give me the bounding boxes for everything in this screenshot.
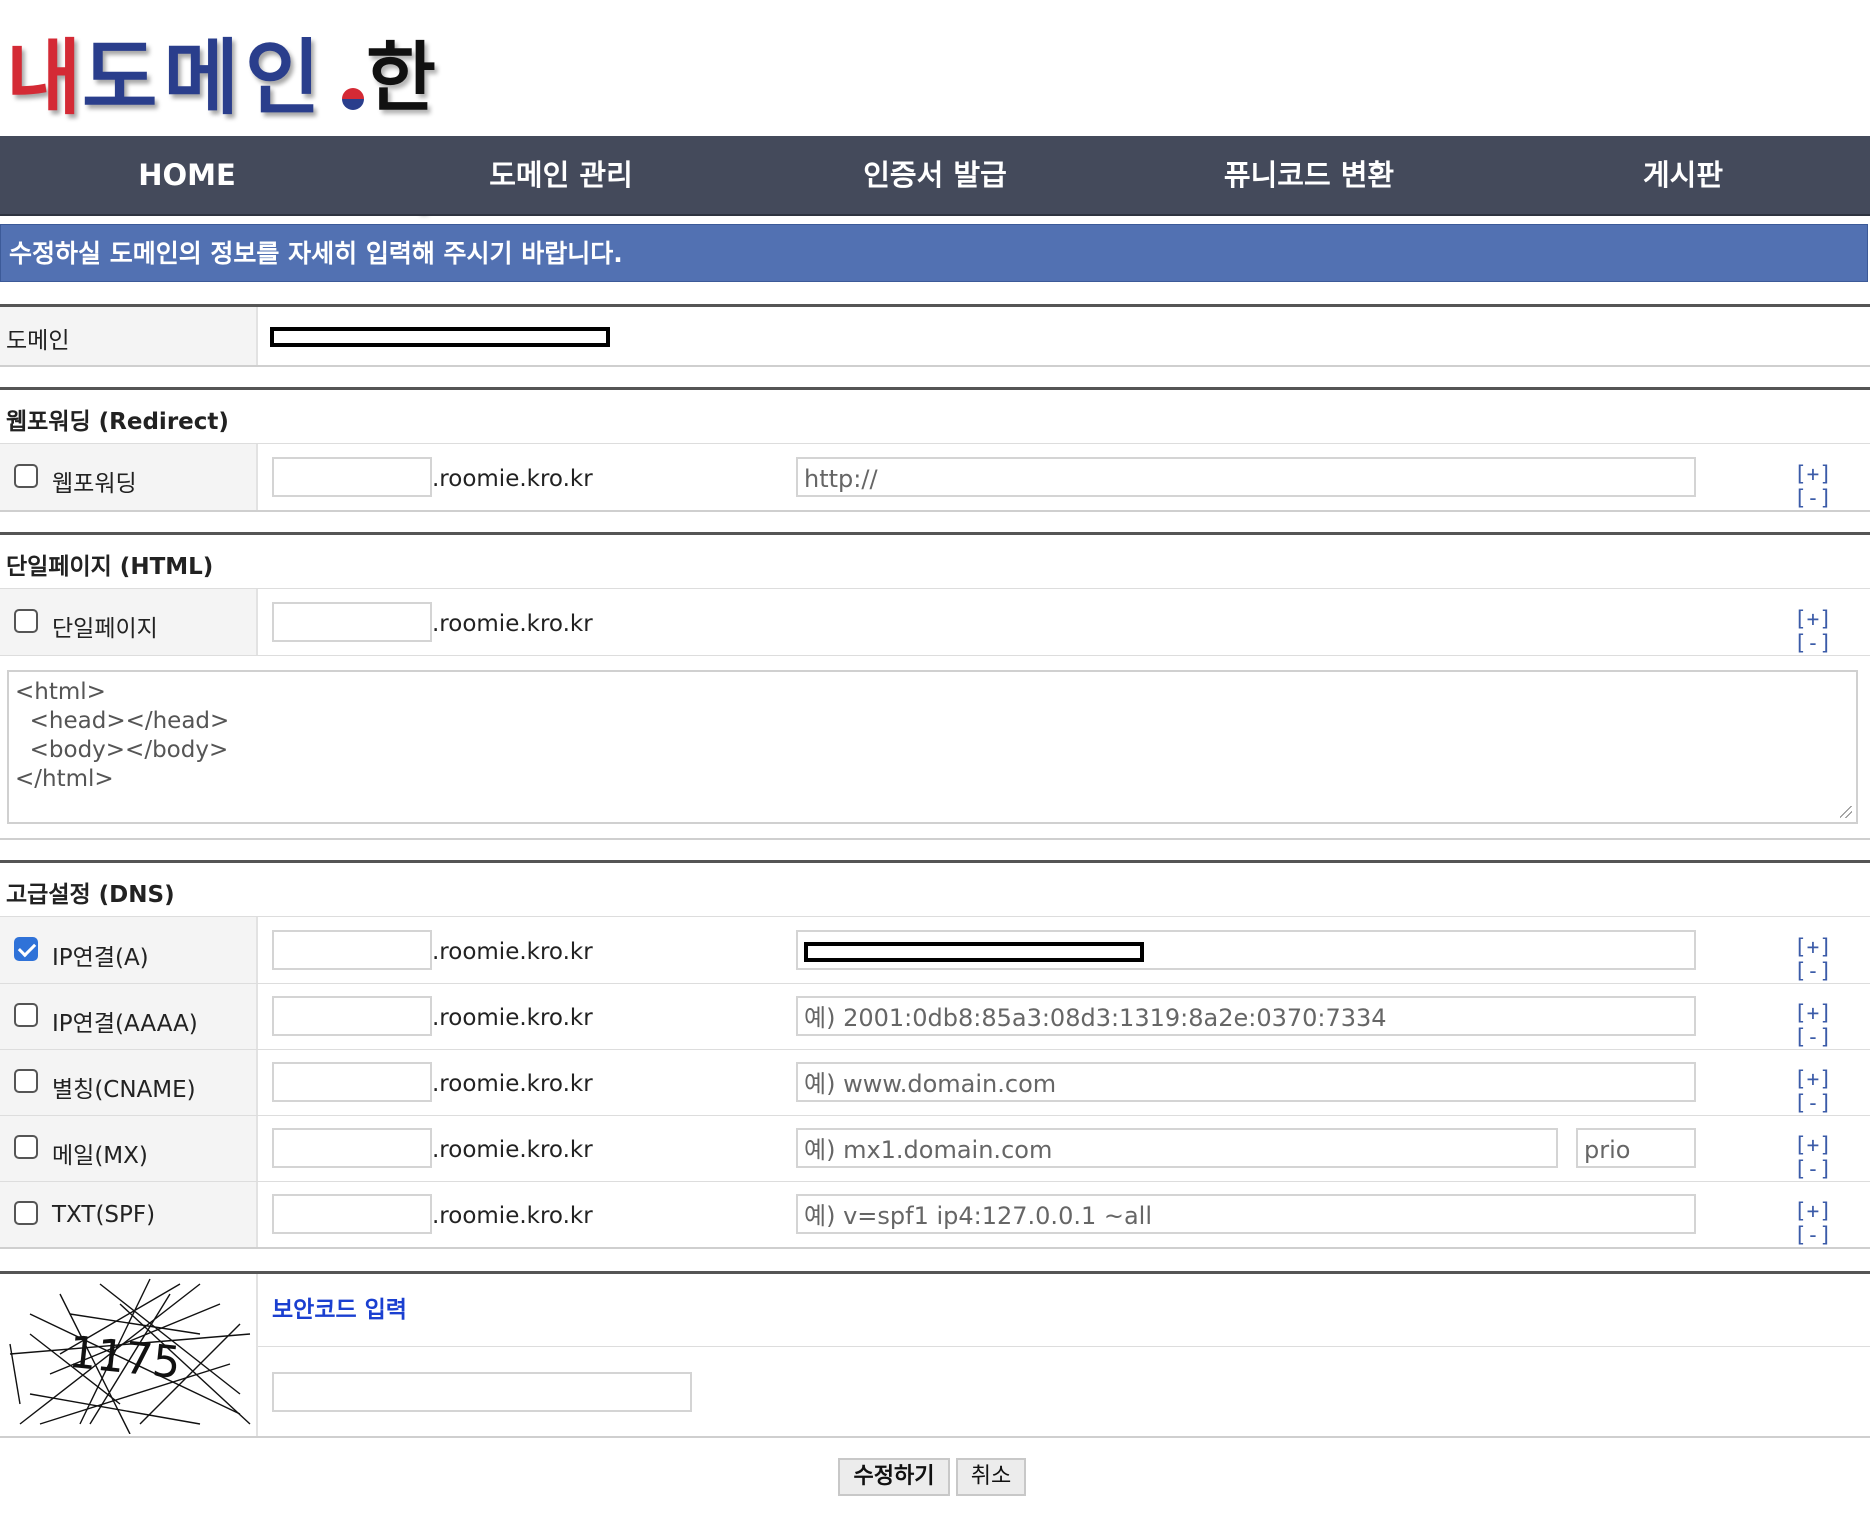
captcha-image: 1175 bbox=[0, 1274, 258, 1436]
captcha-input-link[interactable]: 보안코드 입력 bbox=[272, 1290, 407, 1324]
nav-punycode[interactable]: 퓨니코드 변환 bbox=[1122, 136, 1496, 214]
dns-txt-value-input[interactable]: 예) v=spf1 ip4:127.0.0.1 ~all bbox=[796, 1194, 1696, 1234]
domain-suffix: .roomie.kro.kr bbox=[432, 611, 593, 637]
html-page-checkbox[interactable] bbox=[14, 609, 38, 633]
dns-txt-checkbox[interactable] bbox=[14, 1201, 38, 1225]
add-remove-links[interactable]: [+] [-] bbox=[1794, 607, 1870, 655]
domain-suffix: .roomie.kro.kr bbox=[432, 1071, 593, 1097]
add-remove-links[interactable]: [+] [-] bbox=[1794, 462, 1870, 510]
dns-mx-subdomain-input[interactable] bbox=[272, 1128, 432, 1168]
redirect-section-title: 웹포워딩 (Redirect) bbox=[6, 409, 229, 435]
resize-handle-icon[interactable] bbox=[1840, 806, 1852, 818]
dns-aaaa-subdomain-input[interactable] bbox=[272, 996, 432, 1036]
add-remove-links[interactable]: [+] [-] bbox=[1794, 1199, 1870, 1247]
dns-a-value-input[interactable] bbox=[796, 930, 1696, 970]
dns-cname-value-input[interactable]: 예) www.domain.com bbox=[796, 1062, 1696, 1102]
captcha-code: 1175 bbox=[66, 1327, 183, 1389]
domain-row: 도메인 bbox=[0, 307, 1870, 365]
divider bbox=[0, 365, 1870, 367]
add-remove-links[interactable]: [+] [-] bbox=[1794, 1001, 1870, 1049]
label-cell: 웹포워딩 bbox=[0, 444, 258, 510]
html-row: 단일페이지 .roomie.kro.kr [+] [-] bbox=[0, 589, 1870, 655]
submit-button[interactable]: 수정하기 bbox=[838, 1458, 950, 1496]
redirect-url-input[interactable]: http:// bbox=[796, 457, 1696, 497]
domain-suffix: .roomie.kro.kr bbox=[432, 1203, 593, 1229]
label-cell: 단일페이지 bbox=[0, 589, 258, 655]
nav-home[interactable]: HOME bbox=[0, 136, 374, 214]
divider bbox=[0, 387, 1870, 390]
nav-board[interactable]: 게시판 bbox=[1496, 136, 1870, 214]
cancel-button[interactable]: 취소 bbox=[956, 1458, 1026, 1496]
domain-suffix: .roomie.kro.kr bbox=[432, 466, 593, 492]
dns-txt-label: TXT(SPF) bbox=[52, 1202, 156, 1228]
dns-cname-checkbox[interactable] bbox=[14, 1069, 38, 1093]
nav-domain-manage[interactable]: 도메인 관리 bbox=[374, 136, 748, 214]
label-cell: 메일(MX) bbox=[0, 1116, 258, 1181]
dns-mx-checkbox[interactable] bbox=[14, 1135, 38, 1159]
redacted-domain bbox=[270, 327, 610, 347]
logo-text-part1: 내 bbox=[6, 30, 88, 126]
dns-cname-label: 별칭(CNAME) bbox=[52, 1077, 196, 1103]
redirect-row: 웹포워딩 .roomie.kro.kr http:// [+] [-] bbox=[0, 444, 1870, 510]
redacted-ip bbox=[804, 942, 1144, 962]
dns-a-subdomain-input[interactable] bbox=[272, 930, 432, 970]
add-remove-links[interactable]: [+] [-] bbox=[1794, 1067, 1870, 1115]
divider bbox=[0, 510, 1870, 512]
dns-section-title: 고급설정 (DNS) bbox=[6, 882, 175, 908]
html-section-title: 단일페이지 (HTML) bbox=[6, 554, 214, 580]
add-remove-links[interactable]: [+] [-] bbox=[1794, 935, 1870, 983]
divider bbox=[0, 860, 1870, 863]
redirect-label: 웹포워딩 bbox=[52, 471, 137, 497]
html-subdomain-input[interactable] bbox=[272, 602, 432, 642]
dns-mx-label: 메일(MX) bbox=[52, 1143, 148, 1169]
dns-aaaa-checkbox[interactable] bbox=[14, 1003, 38, 1027]
dns-row-a: IP연결(A) .roomie.kro.kr [+] [-] bbox=[0, 917, 1870, 983]
main-nav: HOME 도메인 관리 인증서 발급 퓨니코드 변환 게시판 bbox=[0, 136, 1870, 216]
site-logo[interactable]: 내 도메인 한국 bbox=[6, 28, 496, 222]
nav-certificate[interactable]: 인증서 발급 bbox=[748, 136, 1122, 214]
label-cell: TXT(SPF) bbox=[0, 1182, 258, 1247]
dns-a-label: IP연결(A) bbox=[52, 945, 149, 971]
domain-suffix: .roomie.kro.kr bbox=[432, 1137, 593, 1163]
captcha-noise-graphic: 1175 bbox=[9, 1278, 251, 1435]
redirect-checkbox[interactable] bbox=[14, 464, 38, 488]
dns-row-txt: TXT(SPF) .roomie.kro.kr 예) v=spf1 ip4:12… bbox=[0, 1182, 1870, 1247]
label-cell: IP연결(A) bbox=[0, 917, 258, 983]
divider bbox=[0, 1436, 1870, 1438]
html-code-textarea[interactable]: <html> <head></head> <body></body> </htm… bbox=[7, 670, 1858, 824]
logo-text-part2: 도메인 bbox=[82, 30, 327, 126]
dns-mx-value-input[interactable]: 예) mx1.domain.com bbox=[796, 1128, 1558, 1168]
label-cell: 별칭(CNAME) bbox=[0, 1050, 258, 1115]
label-cell: 도메인 bbox=[0, 307, 258, 365]
divider bbox=[0, 1247, 1870, 1249]
captcha-input[interactable] bbox=[272, 1372, 692, 1412]
divider bbox=[0, 838, 1870, 840]
html-code-text: <html> <head></head> <body></body> </htm… bbox=[15, 679, 230, 792]
divider bbox=[258, 1346, 1870, 1347]
domain-suffix: .roomie.kro.kr bbox=[432, 1005, 593, 1031]
dns-aaaa-label: IP연결(AAAA) bbox=[52, 1011, 198, 1037]
dns-aaaa-value-input[interactable]: 예) 2001:0db8:85a3:08d3:1319:8a2e:0370:73… bbox=[796, 996, 1696, 1036]
divider bbox=[0, 532, 1870, 535]
label-cell: IP연결(AAAA) bbox=[0, 984, 258, 1049]
divider bbox=[0, 1271, 1870, 1274]
taegeuk-dot-icon bbox=[342, 88, 364, 110]
dns-row-cname: 별칭(CNAME) .roomie.kro.kr 예) www.domain.c… bbox=[0, 1050, 1870, 1115]
add-remove-links[interactable]: [+] [-] bbox=[1794, 1133, 1870, 1181]
dns-mx-prio-input[interactable]: prio bbox=[1576, 1128, 1696, 1168]
domain-suffix: .roomie.kro.kr bbox=[432, 939, 593, 965]
instruction-banner: 수정하실 도메인의 정보를 자세히 입력해 주시기 바랍니다. bbox=[0, 224, 1868, 282]
divider bbox=[0, 655, 1870, 656]
dns-cname-subdomain-input[interactable] bbox=[272, 1062, 432, 1102]
dns-txt-subdomain-input[interactable] bbox=[272, 1194, 432, 1234]
dns-row-aaaa: IP연결(AAAA) .roomie.kro.kr 예) 2001:0db8:8… bbox=[0, 984, 1870, 1049]
dns-row-mx: 메일(MX) .roomie.kro.kr 예) mx1.domain.com … bbox=[0, 1116, 1870, 1181]
domain-label: 도메인 bbox=[6, 328, 70, 354]
redirect-subdomain-input[interactable] bbox=[272, 457, 432, 497]
html-page-label: 단일페이지 bbox=[52, 616, 158, 642]
dns-a-checkbox[interactable] bbox=[14, 937, 38, 961]
